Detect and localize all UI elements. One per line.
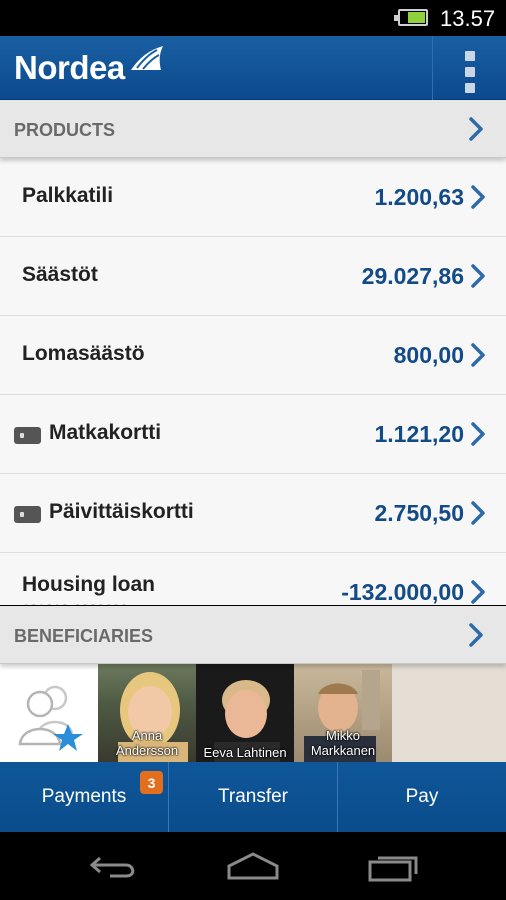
product-name: Lomasäästö xyxy=(22,342,145,365)
chevron-right-icon xyxy=(469,117,483,141)
products-title: PRODUCTS xyxy=(14,120,116,140)
chevron-right-icon xyxy=(471,422,485,446)
product-row-paivittaiskortti[interactable]: Päivittäiskortti 2.750,50 xyxy=(0,474,506,553)
recent-apps-icon[interactable] xyxy=(366,850,422,882)
beneficiaries-header[interactable]: BENEFICIARIES xyxy=(0,606,506,664)
products-header[interactable]: PRODUCTS xyxy=(0,100,506,158)
product-name: Päivittäiskortti xyxy=(49,500,194,523)
product-name: Housing loan xyxy=(22,573,155,596)
logo-text: Nordea xyxy=(14,49,125,86)
beneficiary-photo-eeva-lahtinen[interactable]: Eeva Lahtinen xyxy=(196,664,294,762)
beneficiary-full-name: Eeva Lahtinen xyxy=(203,745,287,760)
bottom-tab-bar: Payments 3 Transfer Pay xyxy=(0,762,506,832)
add-favorite-contact-icon xyxy=(18,685,83,751)
beneficiary-photo-mikko-markkanen[interactable]: Mikko Markkanen xyxy=(294,664,392,762)
product-balance: 1.200,63 xyxy=(374,184,464,210)
beneficiary-last-name: Markkanen xyxy=(310,743,376,758)
product-name: Matkakortti xyxy=(49,421,162,444)
chevron-right-icon xyxy=(471,264,485,288)
card-icon xyxy=(14,427,41,444)
chevron-right-icon xyxy=(469,623,483,647)
overflow-menu-icon xyxy=(465,51,475,61)
overflow-menu-dot xyxy=(465,67,475,77)
product-row-lomasaasto[interactable]: Lomasäästö 800,00 xyxy=(0,316,506,395)
product-row-housing-loan[interactable]: Housing loan 121212-6000600 -132.000,00 xyxy=(0,553,506,605)
status-bar: 13.57 xyxy=(0,0,506,36)
product-balance: 800,00 xyxy=(393,342,464,368)
beneficiary-first-name: Anna xyxy=(131,728,163,743)
beneficiary-last-name: Andersson xyxy=(115,743,179,758)
product-name: Säästöt xyxy=(22,263,98,286)
product-name: Palkkatili xyxy=(22,184,114,207)
loan-account-number: 121212-6000600 xyxy=(22,601,128,605)
system-nav-bar xyxy=(0,832,506,900)
chevron-right-icon xyxy=(471,343,485,367)
tab-pay[interactable]: Pay xyxy=(337,762,506,832)
beneficiary-strip: Anna Andersson Eeva Lahtinen Mikko Markk… xyxy=(0,664,506,762)
chevron-right-icon xyxy=(471,580,485,604)
tab-label: Payments xyxy=(41,786,127,807)
nordea-logo: Nordea xyxy=(14,46,165,86)
chevron-right-icon xyxy=(471,501,485,525)
status-time: 13.57 xyxy=(440,6,496,31)
product-balance: 2.750,50 xyxy=(374,500,464,526)
chevron-right-icon xyxy=(471,185,485,209)
product-row-matkakortti[interactable]: Matkakortti 1.121,20 xyxy=(0,395,506,474)
product-list: Palkkatili 1.200,63 Säästöt 29.027,86 Lo… xyxy=(0,158,506,605)
notification-badge: 3 xyxy=(140,771,163,794)
card-icon xyxy=(14,506,41,523)
beneficiary-first-name: Mikko xyxy=(326,728,360,743)
back-icon[interactable] xyxy=(86,850,142,882)
sail-icon xyxy=(130,46,163,70)
product-balance: -132.000,00 xyxy=(341,579,464,605)
tab-label: Pay xyxy=(405,786,439,807)
product-row-palkkatili[interactable]: Palkkatili 1.200,63 xyxy=(0,158,506,237)
beneficiary-photo-anna-andersson[interactable]: Anna Andersson xyxy=(98,664,196,762)
app-bar: Nordea xyxy=(0,36,506,100)
product-balance: 29.027,86 xyxy=(361,263,464,289)
tab-label: Transfer xyxy=(217,786,289,807)
add-beneficiary-button[interactable] xyxy=(0,664,98,762)
home-icon[interactable] xyxy=(225,850,281,882)
product-row-saastot[interactable]: Säästöt 29.027,86 xyxy=(0,237,506,316)
overflow-menu-dot xyxy=(465,83,475,93)
product-balance: 1.121,20 xyxy=(374,421,464,447)
battery-icon xyxy=(394,9,428,26)
tab-transfer[interactable]: Transfer xyxy=(168,762,337,832)
tab-payments[interactable]: Payments 3 xyxy=(0,762,168,832)
beneficiaries-title: BENEFICIARIES xyxy=(14,626,154,646)
overflow-menu-button[interactable] xyxy=(432,36,506,100)
